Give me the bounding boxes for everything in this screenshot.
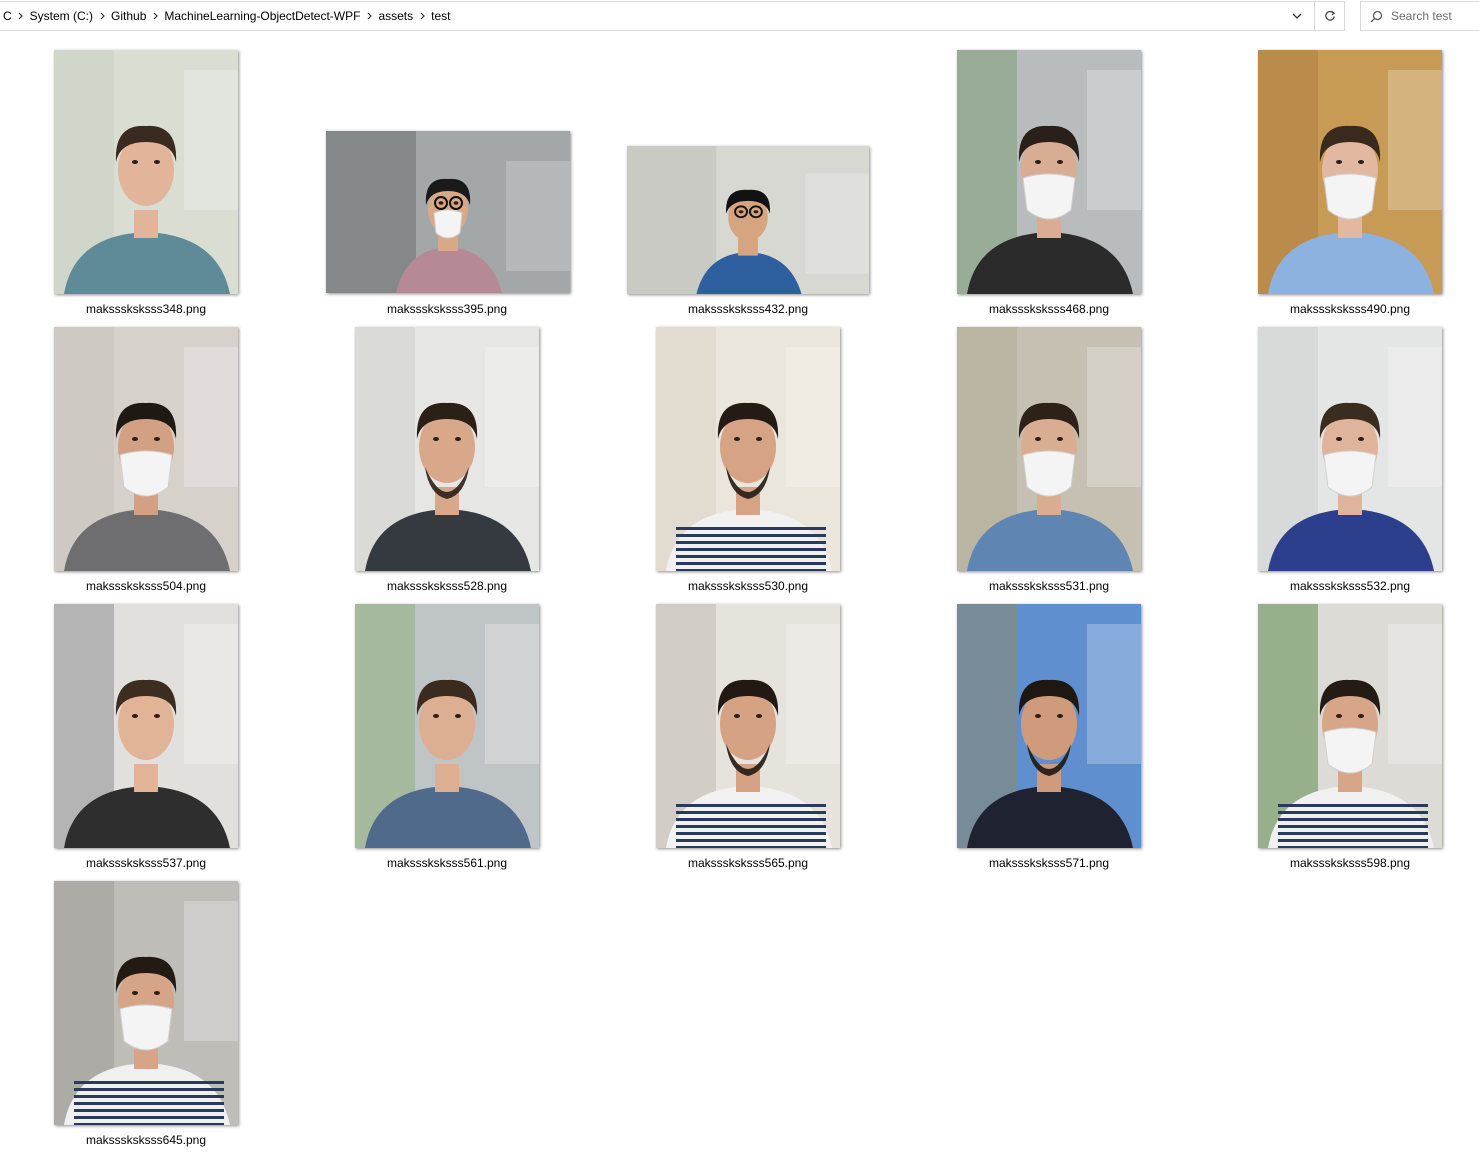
thumbnail-frame (51, 327, 241, 577)
file-item[interactable]: maksssksksss537.png (51, 604, 241, 870)
thumbnail-image (627, 146, 869, 294)
thumbnail-image (54, 881, 238, 1125)
breadcrumb-item[interactable]: Github (108, 9, 149, 23)
thumbnail-frame (352, 604, 542, 854)
thumbnail-image (656, 327, 840, 571)
file-name-label: maksssksksss598.png (1289, 856, 1411, 870)
chevron-right-icon[interactable] (363, 2, 375, 30)
file-name-label: maksssksksss468.png (988, 302, 1110, 316)
breadcrumb-item[interactable]: C (0, 9, 15, 23)
thumbnail-image (355, 327, 539, 571)
toolbar: C System (C:) Github MachineLearning-Object… (0, 0, 1479, 32)
file-item[interactable]: maksssksksss565.png (653, 604, 843, 870)
breadcrumb: C System (C:) Github MachineLearning-Object… (0, 2, 453, 30)
search-icon (1361, 2, 1391, 30)
file-name-label: maksssksksss504.png (85, 579, 207, 593)
thumbnail-frame (51, 604, 241, 854)
thumbnail-image (326, 131, 570, 293)
file-item[interactable]: maksssksksss531.png (954, 327, 1144, 593)
file-name-label: maksssksksss571.png (988, 856, 1110, 870)
breadcrumb-item[interactable]: assets (375, 9, 416, 23)
chevron-right-icon[interactable] (149, 2, 161, 30)
thumbnail-image (1258, 327, 1442, 571)
thumbnail-frame (1255, 604, 1445, 854)
breadcrumb-item[interactable]: System (C:) (27, 9, 96, 23)
file-item[interactable]: maksssksksss432.png (627, 50, 869, 316)
file-name-label: maksssksksss532.png (1289, 579, 1411, 593)
thumbnail-frame (954, 50, 1144, 300)
chevron-right-icon[interactable] (15, 2, 27, 30)
file-item[interactable]: maksssksksss490.png (1255, 50, 1445, 316)
thumbnail-frame (51, 881, 241, 1131)
thumbnail-image (54, 604, 238, 848)
file-item[interactable]: maksssksksss348.png (51, 50, 241, 316)
thumbnail-image (957, 604, 1141, 848)
file-item[interactable]: maksssksksss504.png (51, 327, 241, 593)
search-placeholder: Search test (1391, 9, 1452, 23)
thumbnail-frame (326, 50, 570, 300)
file-name-label: maksssksksss348.png (85, 302, 207, 316)
thumbnail-frame (653, 327, 843, 577)
thumbnail-frame (1255, 50, 1445, 300)
file-name-label: maksssksksss528.png (386, 579, 508, 593)
thumbnail-frame (627, 50, 869, 300)
thumbnail-image (1258, 604, 1442, 848)
thumbnail-frame (352, 327, 542, 577)
thumbnail-image (54, 327, 238, 571)
breadcrumb-item[interactable]: test (428, 9, 453, 23)
chevron-right-icon[interactable] (416, 2, 428, 30)
refresh-icon[interactable] (1314, 2, 1344, 30)
address-bar[interactable]: C System (C:) Github MachineLearning-Object… (0, 1, 1345, 31)
file-grid: maksssksksss348.png maksssksksss395.png … (0, 32, 1479, 1160)
file-name-label: maksssksksss565.png (687, 856, 809, 870)
file-item[interactable]: maksssksksss532.png (1255, 327, 1445, 593)
file-item[interactable]: maksssksksss468.png (954, 50, 1144, 316)
thumbnail-image (355, 604, 539, 848)
file-item[interactable]: maksssksksss395.png (326, 50, 570, 316)
search-input[interactable]: Search test (1360, 1, 1479, 31)
chevron-down-icon[interactable] (1286, 2, 1308, 30)
thumbnail-image (957, 327, 1141, 571)
file-name-label: maksssksksss537.png (85, 856, 207, 870)
thumbnail-frame (653, 604, 843, 854)
file-item[interactable]: maksssksksss528.png (352, 327, 542, 593)
thumbnail-image (957, 50, 1141, 294)
file-name-label: maksssksksss395.png (386, 302, 508, 316)
thumbnail-frame (1255, 327, 1445, 577)
file-item[interactable]: maksssksksss645.png (51, 881, 241, 1147)
file-name-label: maksssksksss490.png (1289, 302, 1411, 316)
file-item[interactable]: maksssksksss571.png (954, 604, 1144, 870)
thumbnail-frame (954, 604, 1144, 854)
file-name-label: maksssksksss432.png (687, 302, 809, 316)
thumbnail-frame (954, 327, 1144, 577)
breadcrumb-item[interactable]: MachineLearning-ObjectDetect-WPF (161, 9, 363, 23)
thumbnail-image (54, 50, 238, 294)
file-item[interactable]: maksssksksss598.png (1255, 604, 1445, 870)
chevron-right-icon[interactable] (96, 2, 108, 30)
file-item[interactable]: maksssksksss530.png (653, 327, 843, 593)
thumbnail-frame (51, 50, 241, 300)
file-name-label: maksssksksss531.png (988, 579, 1110, 593)
thumbnail-image (1258, 50, 1442, 294)
file-item[interactable]: maksssksksss561.png (352, 604, 542, 870)
thumbnail-image (656, 604, 840, 848)
file-name-label: maksssksksss530.png (687, 579, 809, 593)
file-name-label: maksssksksss561.png (386, 856, 508, 870)
file-name-label: maksssksksss645.png (85, 1133, 207, 1147)
